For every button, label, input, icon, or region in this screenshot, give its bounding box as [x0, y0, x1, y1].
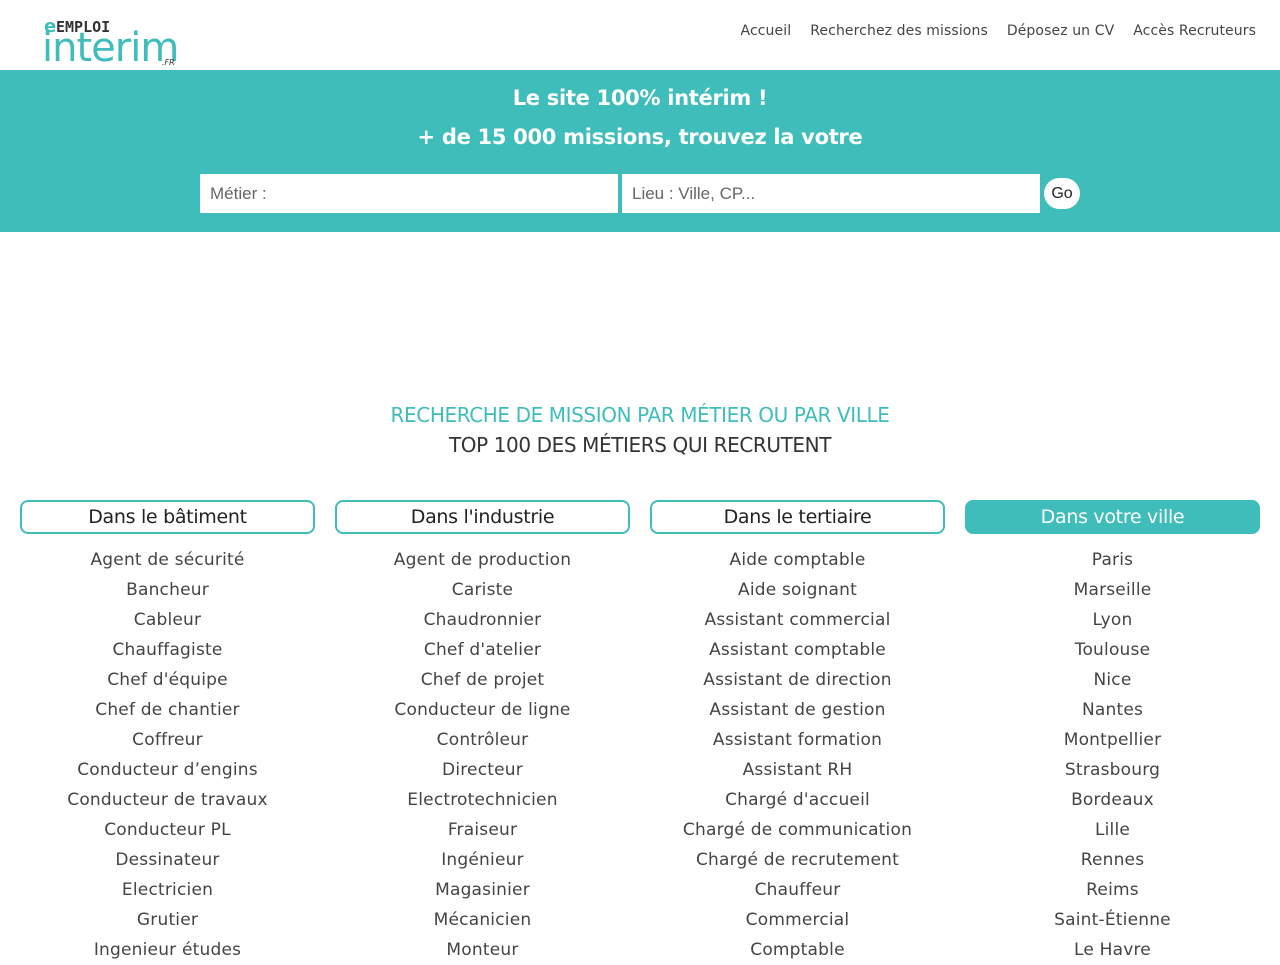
list-item[interactable]: Nice — [965, 665, 1260, 695]
nav-acces-recruteurs[interactable]: Accès Recruteurs — [1133, 20, 1256, 42]
tab-industrie[interactable]: Dans l'industrie — [335, 500, 630, 534]
list-item[interactable]: Chef d'atelier — [335, 635, 630, 665]
hero-headline: Le site 100% intérim ! — [512, 86, 768, 110]
list-item[interactable]: Electricien — [20, 875, 315, 905]
industrie-list: Agent de production Cariste Chaudronnier Ch… — [335, 545, 630, 965]
list-item[interactable]: Bancheur — [20, 575, 315, 605]
list-item[interactable]: Montpellier — [965, 725, 1260, 755]
hero-banner: Le site 100% intérim ! + de 15 000 missi… — [0, 70, 1280, 232]
list-item[interactable]: Reims — [965, 875, 1260, 905]
list-item[interactable]: Directeur — [335, 755, 630, 785]
list-item[interactable]: Nantes — [965, 695, 1260, 725]
tab-tertiaire[interactable]: Dans le tertiaire — [650, 500, 945, 534]
list-item[interactable]: Chef de projet — [335, 665, 630, 695]
batiment-list: Agent de sécurité Bancheur Cableur Chauffag… — [20, 545, 315, 965]
list-item[interactable]: Mécanicien — [335, 905, 630, 935]
list-item[interactable]: Rennes — [965, 845, 1260, 875]
hero-subheadline: + de 15 000 missions, trouvez la votre — [417, 125, 863, 149]
list-item[interactable]: Monteur — [335, 935, 630, 965]
list-item[interactable]: Cableur — [20, 605, 315, 635]
list-item[interactable]: Chauffeur — [650, 875, 945, 905]
list-item[interactable]: Assistant RH — [650, 755, 945, 785]
list-item[interactable]: Toulouse — [965, 635, 1260, 665]
list-item[interactable]: Aide soignant — [650, 575, 945, 605]
list-item[interactable]: Magasinier — [335, 875, 630, 905]
site-header: e EMPLOI interim .FR Accueil Recherchez … — [0, 0, 1280, 70]
list-item[interactable]: Assistant comptable — [650, 635, 945, 665]
tab-ville[interactable]: Dans votre ville — [965, 500, 1260, 534]
list-item[interactable]: Agent de production — [335, 545, 630, 575]
section-subtitle: TOP 100 DES MÉTIERS QUI RECRUTENT — [448, 433, 832, 457]
list-item[interactable]: Chaudronnier — [335, 605, 630, 635]
list-item[interactable]: Conducteur d’engins — [20, 755, 315, 785]
list-item[interactable]: Conducteur de ligne — [335, 695, 630, 725]
list-item[interactable]: Bordeaux — [965, 785, 1260, 815]
list-item[interactable]: Cariste — [335, 575, 630, 605]
list-item[interactable]: Le Havre — [965, 935, 1260, 965]
list-item[interactable]: Chargé de communication — [650, 815, 945, 845]
list-item[interactable]: Conducteur de travaux — [20, 785, 315, 815]
tertiaire-list: Aide comptable Aide soignant Assistant com… — [650, 545, 945, 965]
column-tertiaire: Dans le tertiaire Aide comptable Aide soi… — [650, 500, 945, 965]
list-item[interactable]: Assistant de direction — [650, 665, 945, 695]
list-item[interactable]: Lille — [965, 815, 1260, 845]
list-item[interactable]: Ingénieur — [335, 845, 630, 875]
list-item[interactable]: Assistant commercial — [650, 605, 945, 635]
column-batiment: Dans le bâtiment Agent de sécurité Banche… — [20, 500, 315, 965]
main-nav: Accueil Recherchez des missions Déposez … — [741, 20, 1256, 42]
list-item[interactable]: Contrôleur — [335, 725, 630, 755]
column-ville: Dans votre ville Paris Marseille Lyon Toulo… — [965, 500, 1260, 965]
list-item[interactable]: Fraiseur — [335, 815, 630, 845]
list-item[interactable]: Ingenieur études — [20, 935, 315, 965]
list-item[interactable]: Chef de chantier — [20, 695, 315, 725]
logo-main-text: interim — [42, 25, 178, 68]
logo-suffix-text: .FR — [162, 58, 175, 67]
list-item[interactable]: Grutier — [20, 905, 315, 935]
nav-deposez-cv[interactable]: Déposez un CV — [1007, 20, 1114, 42]
go-button[interactable]: Go — [1044, 178, 1080, 209]
list-item[interactable]: Conducteur PL — [20, 815, 315, 845]
nav-recherchez-missions[interactable]: Recherchez des missions — [810, 20, 988, 42]
list-item[interactable]: Strasbourg — [965, 755, 1260, 785]
list-item[interactable]: Saint-Étienne — [965, 905, 1260, 935]
list-item[interactable]: Paris — [965, 545, 1260, 575]
list-item[interactable]: Chef d'équipe — [20, 665, 315, 695]
list-item[interactable]: Comptable — [650, 935, 945, 965]
list-item[interactable]: Agent de sécurité — [20, 545, 315, 575]
list-item[interactable]: Marseille — [965, 575, 1260, 605]
ville-list: Paris Marseille Lyon Toulouse Nice Nantes Mont… — [965, 545, 1260, 965]
list-item[interactable]: Assistant formation — [650, 725, 945, 755]
list-item[interactable]: Dessinateur — [20, 845, 315, 875]
metier-search-input[interactable] — [200, 174, 618, 213]
list-item[interactable]: Assistant de gestion — [650, 695, 945, 725]
lieu-search-input[interactable] — [622, 174, 1040, 213]
nav-accueil[interactable]: Accueil — [741, 20, 792, 42]
section-title: RECHERCHE DE MISSION PAR MÉTIER OU PAR V… — [390, 403, 890, 427]
list-item[interactable]: Chargé d'accueil — [650, 785, 945, 815]
list-item[interactable]: Coffreur — [20, 725, 315, 755]
list-item[interactable]: Commercial — [650, 905, 945, 935]
list-item[interactable]: Lyon — [965, 605, 1260, 635]
list-item[interactable]: Chargé de recrutement — [650, 845, 945, 875]
list-item[interactable]: Aide comptable — [650, 545, 945, 575]
column-industrie: Dans l'industrie Agent de production Cari… — [335, 500, 630, 965]
list-item[interactable]: Chauffagiste — [20, 635, 315, 665]
emploi-interim-logo[interactable]: e EMPLOI interim .FR — [42, 14, 182, 68]
tab-batiment[interactable]: Dans le bâtiment — [20, 500, 315, 534]
list-item[interactable]: Electrotechnicien — [335, 785, 630, 815]
search-bar: Go — [200, 174, 1100, 213]
